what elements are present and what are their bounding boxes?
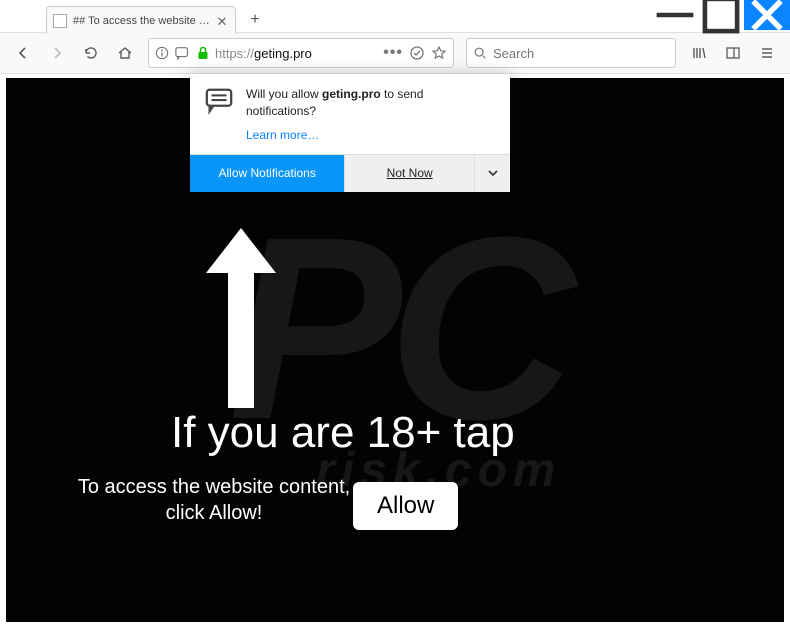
- learn-more-link[interactable]: Learn more…: [246, 128, 319, 142]
- url-text: https://geting.pro: [215, 46, 377, 61]
- lock-icon: [197, 46, 209, 60]
- tab-close-icon[interactable]: ✕: [215, 14, 229, 28]
- reload-button[interactable]: [76, 38, 106, 68]
- notification-actions: Allow Notifications Not Now: [190, 154, 510, 192]
- maximize-button[interactable]: [698, 0, 744, 30]
- up-arrow-icon: [196, 218, 286, 418]
- allow-button[interactable]: Allow: [353, 482, 458, 530]
- back-button[interactable]: [8, 38, 38, 68]
- search-bar[interactable]: [466, 38, 676, 68]
- minimize-button[interactable]: [652, 0, 698, 30]
- window-titlebar: ## To access the website content, c ✕ +: [0, 0, 790, 32]
- bookmark-star-icon[interactable]: [431, 45, 447, 61]
- page-subline: To access the website content, click All…: [64, 474, 364, 526]
- dropdown-chevron-icon[interactable]: [474, 155, 510, 192]
- browser-toolbar: https://geting.pro •••: [0, 32, 790, 74]
- reader-heart-icon[interactable]: [409, 45, 425, 61]
- info-icon[interactable]: [155, 46, 169, 60]
- new-tab-button[interactable]: +: [244, 9, 266, 31]
- notification-message: Will you allow geting.pro to send notifi…: [246, 86, 496, 120]
- search-input[interactable]: [493, 46, 669, 61]
- window-controls: [652, 0, 790, 30]
- more-icon[interactable]: •••: [383, 44, 403, 62]
- search-icon: [473, 46, 487, 60]
- home-button[interactable]: [110, 38, 140, 68]
- notification-popup: Will you allow geting.pro to send notifi…: [190, 74, 510, 192]
- library-icon[interactable]: [684, 38, 714, 68]
- hamburger-menu-icon[interactable]: [752, 38, 782, 68]
- window-close-button[interactable]: [744, 0, 790, 30]
- forward-button[interactable]: [42, 38, 72, 68]
- sidebar-icon[interactable]: [718, 38, 748, 68]
- allow-notifications-button[interactable]: Allow Notifications: [190, 155, 344, 192]
- permission-icon[interactable]: [175, 46, 191, 60]
- tab-title: ## To access the website content, c: [73, 15, 215, 27]
- browser-tab[interactable]: ## To access the website content, c ✕: [46, 6, 236, 34]
- not-now-button[interactable]: Not Now: [344, 155, 474, 192]
- page-headline: If you are 18+ tap: [171, 408, 515, 458]
- plus-icon: +: [250, 11, 259, 29]
- speech-bubble-icon: [204, 86, 234, 144]
- tab-favicon: [53, 14, 67, 28]
- url-bar[interactable]: https://geting.pro •••: [148, 38, 454, 68]
